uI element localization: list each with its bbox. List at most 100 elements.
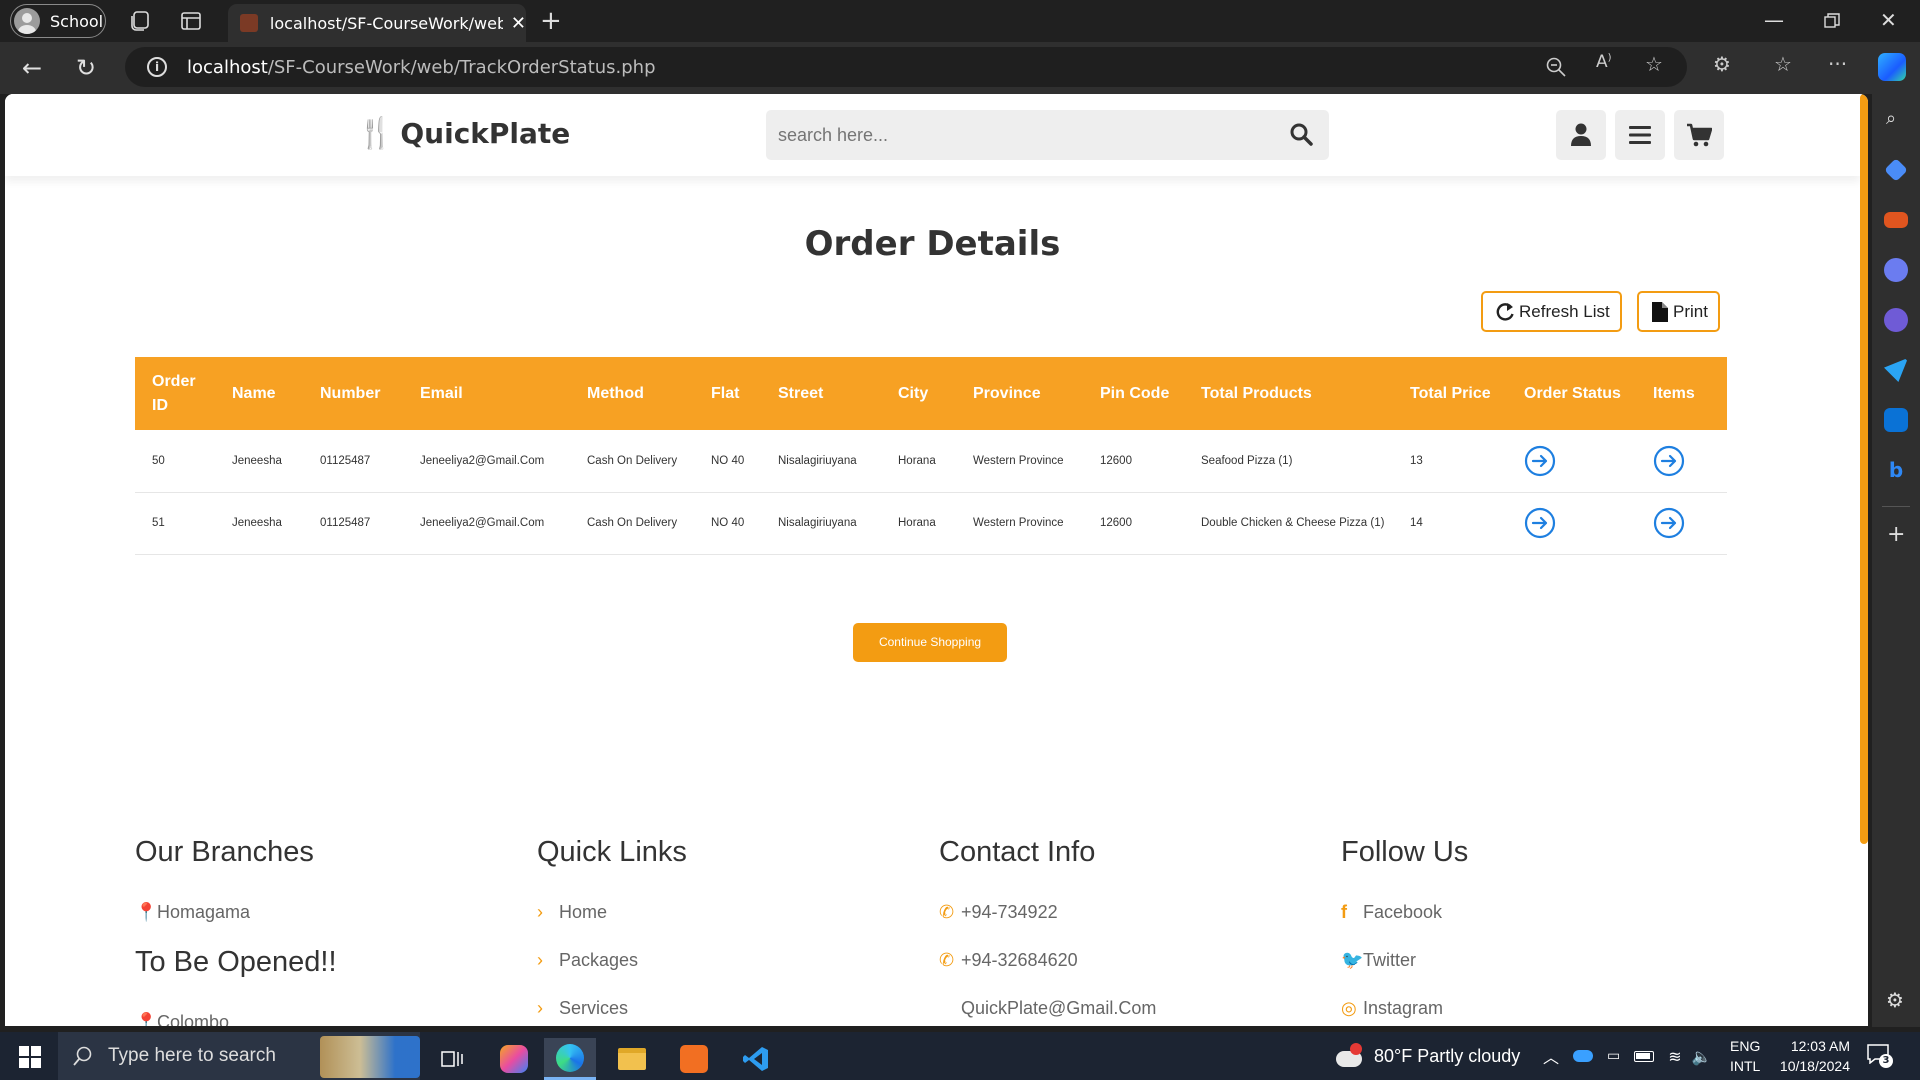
contact-phone-1[interactable]: ✆ +94-734922 — [939, 902, 1058, 923]
back-icon[interactable]: ← — [22, 54, 42, 82]
meet-camera-icon[interactable]: ▭ — [1607, 1048, 1620, 1064]
url-path: /SF-CourseWork/web/TrackOrderStatus.php — [267, 56, 656, 78]
link-label: Packages — [559, 950, 639, 970]
table-row: 50 Jeneesha 01125487 Jeneeliya2@Gmail.Co… — [135, 430, 1727, 493]
user-button[interactable] — [1556, 110, 1606, 160]
close-window-icon[interactable]: ✕ — [1880, 8, 1897, 32]
browser-tab-bar: School localhost/SF-CourseWork/web/Track… — [0, 0, 1920, 42]
notifications-button[interactable]: 3 — [1867, 1044, 1893, 1068]
clock-time: 12:03 AM — [1790, 1038, 1850, 1054]
workspaces-icon[interactable] — [128, 8, 154, 34]
onedrive-icon[interactable] — [1573, 1050, 1594, 1062]
close-tab-icon[interactable]: ✕ — [511, 13, 526, 34]
print-button[interactable]: Print — [1637, 291, 1720, 332]
site-logo[interactable]: 🍴 QuickPlate — [357, 116, 570, 151]
menu-button[interactable] — [1615, 110, 1665, 160]
xampp-taskbar-icon[interactable] — [668, 1038, 720, 1080]
read-aloud-icon[interactable]: A) — [1596, 52, 1612, 72]
avatar — [14, 8, 40, 34]
search-icon[interactable] — [1289, 122, 1313, 146]
sidebar-search-icon[interactable]: ⌕ — [1886, 108, 1896, 129]
contact-email[interactable]: QuickPlate@Gmail.Com — [939, 998, 1156, 1019]
chevron-up-icon[interactable]: ︿ — [1543, 1044, 1559, 1068]
phone-icon: ✆ — [939, 902, 955, 922]
windows-taskbar: Type here to search 80°F Partly cloudy ︿… — [0, 1032, 1920, 1080]
file-icon — [1652, 301, 1668, 322]
tab-actions-icon[interactable] — [178, 8, 204, 34]
language-indicator[interactable]: ENG INTL — [1730, 1036, 1760, 1076]
cell-province: Western Province — [956, 430, 1083, 493]
site-info-icon[interactable]: i — [147, 57, 167, 77]
col-name: Name — [215, 357, 303, 430]
clock[interactable]: 12:03 AM 10/18/2024 — [1774, 1036, 1850, 1076]
restore-icon[interactable] — [1824, 13, 1840, 29]
shopping-tag-icon[interactable] — [1884, 158, 1908, 182]
more-menu-icon[interactable]: ··· — [1828, 52, 1847, 76]
favorite-star-icon[interactable]: ☆ — [1645, 52, 1663, 76]
add-sidebar-app-icon[interactable]: + — [1887, 522, 1905, 547]
url-host: localhost — [187, 56, 268, 78]
weather-widget[interactable]: 80°F Partly cloudy — [1334, 1032, 1520, 1080]
branch-homagama[interactable]: 📍 Homagama — [135, 902, 250, 923]
windows-start-icon[interactable] — [19, 1046, 41, 1068]
battery-icon[interactable] — [1634, 1050, 1655, 1062]
opening-heading: To Be Opened!! — [135, 946, 337, 978]
file-explorer-icon[interactable] — [606, 1038, 658, 1080]
copilot-icon[interactable] — [1878, 53, 1906, 81]
new-tab-icon[interactable]: + — [540, 6, 562, 36]
refresh-icon — [1496, 302, 1514, 321]
sidebar-settings-icon[interactable]: ⚙ — [1886, 988, 1904, 1012]
cell-province: Western Province — [956, 492, 1083, 555]
print-label: Print — [1673, 301, 1708, 321]
send-icon[interactable] — [1884, 358, 1908, 382]
profile-button[interactable]: School — [10, 4, 106, 38]
col-number: Number — [303, 357, 403, 430]
refresh-page-icon[interactable]: ↻ — [76, 54, 96, 82]
taskbar-search-box[interactable]: Type here to search — [58, 1032, 420, 1080]
favorites-icon[interactable]: ☆ — [1774, 52, 1792, 76]
order-status-arrow-icon[interactable] — [1524, 445, 1556, 477]
outlook-icon[interactable] — [1884, 408, 1908, 432]
cell-city: Horana — [881, 430, 956, 493]
branch-colombo[interactable]: 📍 Colombo — [135, 1012, 229, 1026]
profile-label: School — [50, 11, 104, 31]
contact-phone-2[interactable]: ✆ +94-32684620 — [939, 950, 1078, 971]
search-input[interactable] — [766, 110, 1266, 160]
minimize-icon[interactable]: — — [1764, 8, 1784, 32]
cart-button[interactable] — [1674, 110, 1724, 160]
vscode-taskbar-icon[interactable] — [730, 1038, 782, 1080]
games-icon[interactable] — [1884, 258, 1908, 282]
follow-instagram[interactable]: ◎ Instagram — [1341, 998, 1443, 1019]
col-total-price: Total Price — [1393, 357, 1507, 430]
url-field[interactable]: i localhost/SF-CourseWork/web/TrackOrder… — [125, 47, 1687, 87]
items-arrow-icon[interactable] — [1653, 445, 1685, 477]
page-title: Order Details — [804, 224, 1061, 264]
page-viewport[interactable]: 🍴 QuickPlate Order Details Refresh List … — [5, 94, 1868, 1026]
continue-shopping-button[interactable]: Continue Shopping — [853, 623, 1007, 662]
cell-city: Horana — [881, 492, 956, 555]
refresh-list-button[interactable]: Refresh List — [1481, 291, 1622, 332]
page-scrollbar[interactable] — [1860, 94, 1868, 844]
task-view-icon[interactable] — [426, 1038, 478, 1080]
copilot-sidebar-icon[interactable] — [1884, 308, 1908, 332]
edge-taskbar-icon[interactable] — [544, 1038, 596, 1080]
phone-icon: ✆ — [939, 950, 955, 970]
cell-items — [1636, 492, 1727, 555]
follow-twitter[interactable]: 🐦 Twitter — [1341, 950, 1416, 971]
zoom-icon[interactable] — [1545, 56, 1567, 78]
footer-link-services[interactable]: › Services — [537, 998, 628, 1019]
footer-link-home[interactable]: › Home — [537, 902, 607, 923]
wifi-icon[interactable]: ≋ — [1668, 1047, 1681, 1066]
volume-icon[interactable]: 🔈 — [1692, 1047, 1712, 1066]
order-status-arrow-icon[interactable] — [1524, 507, 1556, 539]
footer-link-packages[interactable]: › Packages — [537, 950, 638, 971]
extensions-icon[interactable]: ⚙ — [1713, 52, 1731, 76]
col-method: Method — [570, 357, 694, 430]
active-tab[interactable]: localhost/SF-CourseWork/web/TrackOrderSt… — [228, 4, 526, 42]
logo-text: QuickPlate — [400, 117, 571, 150]
follow-facebook[interactable]: f Facebook — [1341, 902, 1442, 923]
copilot-taskbar-icon[interactable] — [488, 1038, 540, 1080]
items-arrow-icon[interactable] — [1653, 507, 1685, 539]
bing-icon[interactable]: b — [1884, 458, 1908, 482]
tools-briefcase-icon[interactable] — [1884, 212, 1908, 228]
